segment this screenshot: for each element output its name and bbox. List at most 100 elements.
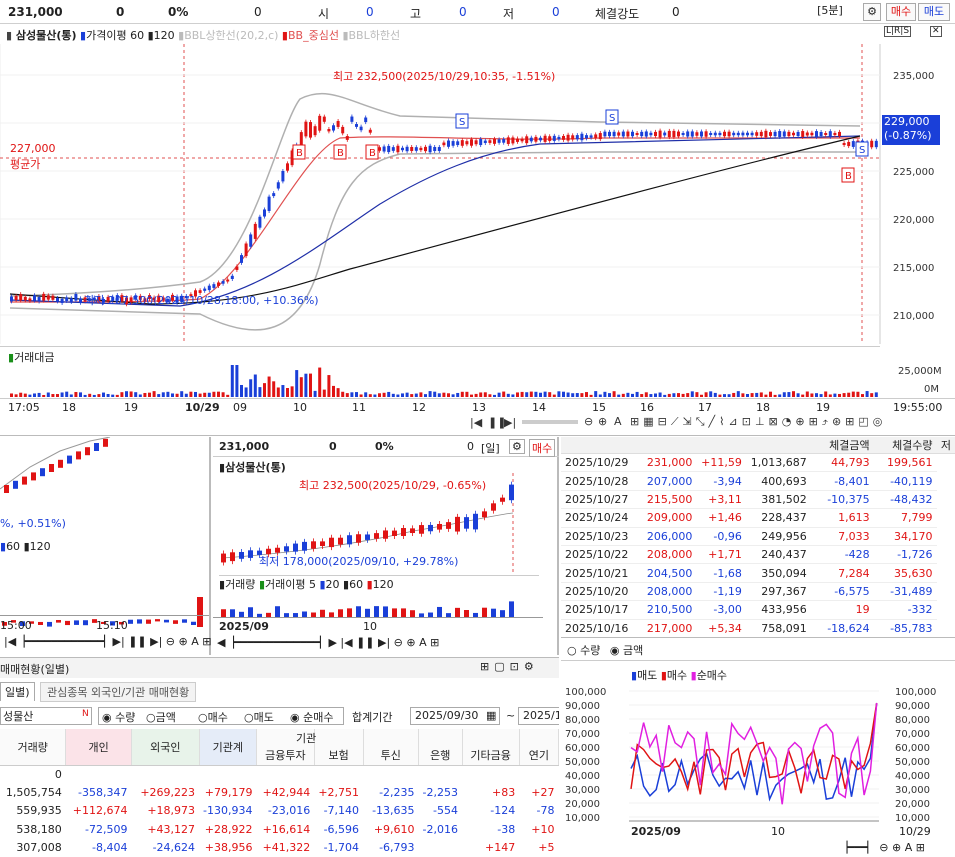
investor-cell: +28,922 <box>204 822 253 836</box>
candle <box>391 147 395 151</box>
candle <box>525 136 529 144</box>
volume-bar <box>304 373 308 397</box>
daily-trade-table: 체결금액 체결수량 저 2025/10/29 231,000 +11,59 1,013,68… <box>561 437 955 637</box>
volume-bar <box>212 391 216 397</box>
calendar-icon[interactable]: ▦ <box>486 709 496 722</box>
radio-buy[interactable]: ○매수 <box>198 709 228 725</box>
drawing-tools[interactable]: ⊞▦⊟⟋⇲⤡╱⌇⊿⊡⊥⊠◔⊕⊞⤴⊛⊞◰◎ <box>630 415 886 429</box>
volume-bar <box>773 394 777 397</box>
volume-bar <box>778 394 782 397</box>
radio-net[interactable]: ◉ 순매수 <box>290 709 333 725</box>
investor-row[interactable]: 307,008 -8,404 -24,624 +38,956 +41,322 -1,704… <box>0 839 559 855</box>
volume-bar <box>359 394 363 397</box>
investor-row[interactable]: 1,505,754 -358,347 +269,223 +79,179 +42,944 +… <box>0 783 559 801</box>
candle <box>828 131 832 137</box>
investor-row[interactable]: 559,935 +112,674 +18,973 -130,934 -23,016 -7,… <box>0 802 559 820</box>
daily-candle <box>284 546 289 552</box>
volume-bar <box>355 392 358 397</box>
price-tick: 225,000 <box>893 167 934 178</box>
panel-tools[interactable]: ⊞▢⊡⚙ <box>480 660 539 673</box>
volume-bar <box>134 392 138 397</box>
table-row[interactable]: 2025/10/24 209,000 +1,46 228,437 1,613 7,799 <box>561 508 955 528</box>
stock-input[interactable]: 성물산 <box>0 707 92 725</box>
zoom-in-icon[interactable]: ⊕ <box>598 415 607 428</box>
tab-daily[interactable]: 일별) <box>0 682 35 701</box>
radio-sell[interactable]: ○매도 <box>244 709 274 725</box>
text-tool-icon[interactable]: A <box>614 415 622 428</box>
close-icon[interactable]: ✕ <box>930 26 942 37</box>
scale-toggle[interactable]: L|R|S <box>884 26 912 37</box>
candle <box>732 132 736 136</box>
daily-gear-icon[interactable]: ⚙ <box>509 439 525 454</box>
table-cell: 210,500 <box>642 600 697 620</box>
investor-cell: +9,610 <box>373 822 415 836</box>
tab-watchlist[interactable]: 관심종목 외국인/기관 매매현황 <box>40 682 197 702</box>
volume-bar <box>635 391 639 397</box>
table-row[interactable]: 2025/10/16 217,000 +5,34 758,091 -18,624 -85,… <box>561 619 955 637</box>
candle <box>548 136 552 141</box>
daily-candle <box>428 524 433 532</box>
daily-buy-button[interactable]: 매수 <box>529 439 556 457</box>
candle <box>663 132 667 136</box>
buy-button[interactable]: 매수 <box>886 3 916 21</box>
investor-row[interactable]: 538,180 -72,509 +43,127 +28,922 +16,614 -6,59… <box>0 820 559 838</box>
volume-bar <box>129 391 133 397</box>
volume-bar <box>621 393 625 397</box>
bb-upper-label: BBL상한선(20,2,c) <box>184 29 279 42</box>
table-row[interactable]: 2025/10/17 210,500 -3,00 433,956 19 -332 <box>561 600 955 620</box>
daily-controls[interactable]: ◀▕━━━━━━━━━━━━━▏▶ |◀ ❚❚ ▶| ⊖ ⊕ A ⊞ <box>217 636 439 649</box>
investor-cell: +27 <box>531 786 555 800</box>
price-axis: 235,000230,000225,000220,000215,000210,0… <box>893 71 934 322</box>
time-tick: 14 <box>532 401 546 414</box>
volume-bar <box>240 384 243 397</box>
volume-bar <box>350 392 354 397</box>
period-button[interactable]: [5분] <box>804 3 856 21</box>
table-row[interactable]: 2025/10/23 206,000 -0,96 249,956 7,033 34,170 <box>561 527 955 546</box>
mini-candle <box>58 459 63 468</box>
volume-bar <box>83 394 87 397</box>
volume-bar <box>787 392 791 397</box>
candle <box>304 121 308 137</box>
volume-bar <box>824 391 828 397</box>
candle <box>69 298 73 302</box>
volume-bar <box>493 394 496 397</box>
table-row[interactable]: 2025/10/22 208,000 +1,71 240,437 -428 -1,726 <box>561 545 955 565</box>
candle <box>787 131 791 137</box>
daily-chart-panel: 231,000 0 0% 0 [일] ⚙ 매수 ▮삼성물산(통) 최고 232,… <box>213 437 559 655</box>
table-cell: -428 <box>810 545 874 565</box>
panel-title: 매매현황(일별) <box>0 663 70 676</box>
volume-bar <box>235 365 239 397</box>
volume-bar <box>180 391 184 397</box>
volume-bar <box>428 391 432 397</box>
sell-button[interactable]: 매도 <box>918 3 950 21</box>
first-icon[interactable]: |◀ <box>470 416 482 429</box>
volume-bar <box>750 393 754 397</box>
investor-row[interactable]: 0 <box>0 765 559 783</box>
volume-bar <box>557 391 561 397</box>
radio-net-amt[interactable]: ◉ 금액 <box>610 644 643 657</box>
volume-bar <box>106 393 110 397</box>
radio-net-qty[interactable]: ○ 수량 <box>567 644 600 657</box>
zoom-out-icon[interactable]: ⊖ <box>584 415 593 428</box>
volume-bar <box>700 394 703 397</box>
candle <box>529 137 533 142</box>
net-controls[interactable]: ▕━━━▏ ⊖ ⊕ A ⊞ <box>839 841 925 854</box>
mini-controls[interactable]: |◀▕━━━━━━━━━━━━▏▶| ❚❚ ▶| ⊖ ⊕ A ⊞ <box>4 635 211 648</box>
table-row[interactable]: 2025/10/21 204,500 -1,68 350,094 7,284 35,630 <box>561 563 955 583</box>
main-chart-panel: ▮ 삼성물산(통) ▮가격이평 60 ▮120 ▮BBL상한선(20,2,c) … <box>0 24 955 436</box>
table-cell: 381,502 <box>745 490 811 510</box>
radio-qty[interactable]: ◉ 수량 <box>102 709 135 725</box>
table-row[interactable]: 2025/10/20 208,000 -1,19 297,367 -6,575 -31,4… <box>561 582 955 602</box>
investor-cell: -358,347 <box>78 786 128 800</box>
date-to-input[interactable]: 2025/1 <box>518 707 559 725</box>
radio-amt[interactable]: ○금액 <box>146 709 176 725</box>
gear-icon[interactable]: ⚙ <box>863 3 881 21</box>
scroll-slider[interactable] <box>522 420 578 424</box>
daily-period[interactable]: [일] <box>481 440 500 456</box>
table-row[interactable]: 2025/10/28 207,000 -3,94 400,693 -8,401 -40,1… <box>561 471 955 491</box>
next-icon[interactable]: ▶| <box>504 416 516 429</box>
candle <box>631 131 634 137</box>
table-row[interactable]: 2025/10/29 231,000 +11,59 1,013,687 44,793 19… <box>561 453 955 473</box>
table-row[interactable]: 2025/10/27 215,500 +3,11 381,502 -10,375 -48,… <box>561 490 955 510</box>
volume-bar <box>465 391 469 397</box>
